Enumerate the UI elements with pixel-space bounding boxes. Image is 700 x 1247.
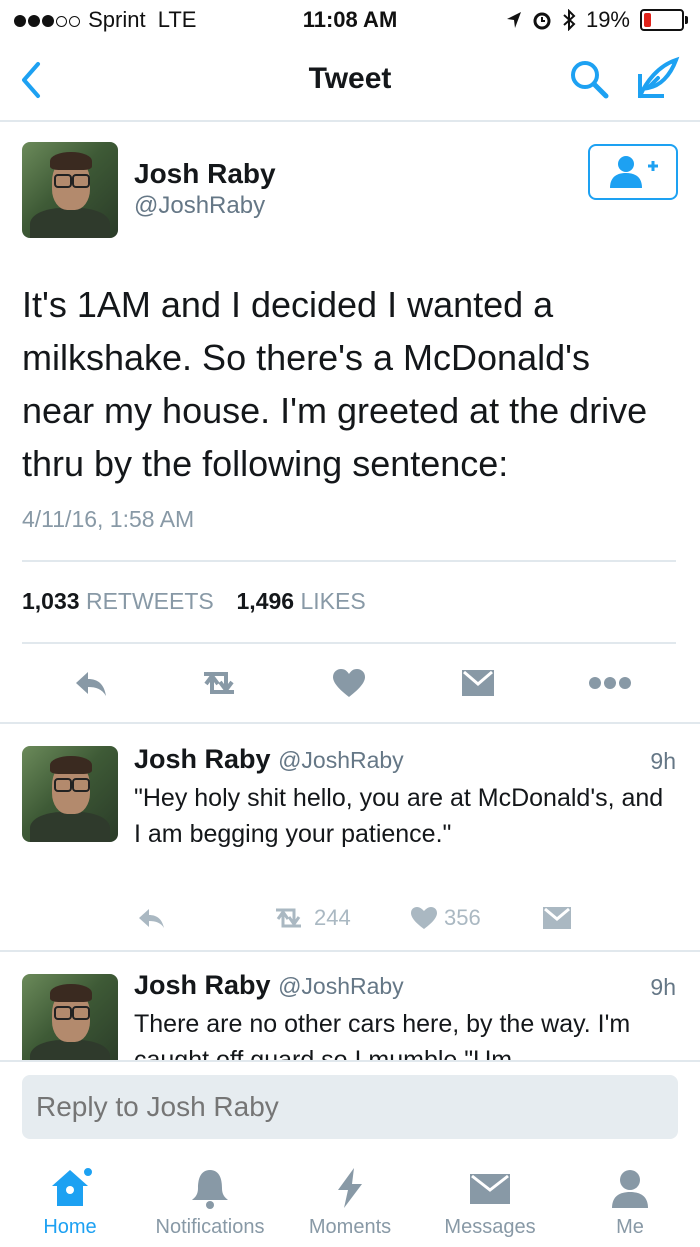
search-icon[interactable]	[568, 58, 610, 100]
tab-home[interactable]: Home	[10, 1166, 130, 1239]
reply-text: "Hey holy shit hello, you are at McDonal…	[134, 784, 664, 848]
reply-time: 9h	[650, 748, 676, 774]
notifications-bell-icon	[192, 1170, 228, 1209]
divider	[22, 560, 676, 562]
tab-messages-label: Messages	[444, 1216, 536, 1238]
reply-author-handle[interactable]: @JoshRaby	[278, 973, 404, 999]
moments-lightning-icon	[338, 1168, 362, 1208]
retweet-icon[interactable]	[196, 668, 242, 698]
tab-moments[interactable]: Moments	[295, 1166, 405, 1239]
nav-bar: Tweet	[0, 40, 700, 122]
tweet-text: It's 1AM and I decided I wanted a milksh…	[22, 284, 648, 484]
reply-author-handle[interactable]: @JoshRaby	[278, 747, 404, 773]
reply-input[interactable]	[22, 1075, 678, 1139]
battery-icon	[640, 9, 688, 31]
divider	[0, 722, 700, 724]
tab-home-label: Home	[43, 1216, 97, 1238]
follow-button[interactable]	[588, 144, 678, 200]
reply-text: There are no other cars here, by the way…	[134, 1010, 631, 1060]
author-handle[interactable]: @JoshRaby	[134, 192, 265, 220]
compose-tweet-icon[interactable]	[636, 56, 680, 100]
battery-percent: 19%	[585, 7, 630, 32]
reply-avatar[interactable]	[22, 974, 118, 1060]
direct-message-icon[interactable]	[542, 906, 572, 930]
status-bar: Sprint LTE 11:08 AM 19%	[0, 0, 700, 40]
reply-icon[interactable]	[136, 906, 166, 930]
tab-me-label: Me	[616, 1216, 644, 1238]
tab-me[interactable]: Me	[575, 1166, 685, 1239]
likes-label[interactable]: LIKES	[300, 588, 365, 614]
retweet-icon[interactable]	[270, 906, 308, 930]
reply-item[interactable]: Josh Raby @JoshRaby 9h There are no othe…	[0, 952, 700, 1060]
reply-author-name[interactable]: Josh Raby	[134, 744, 271, 774]
tab-notifications-label: Notifications	[155, 1216, 265, 1238]
tab-notifications[interactable]: Notifications	[140, 1166, 280, 1239]
reply-header: Josh Raby @JoshRaby	[134, 970, 404, 1001]
add-user-icon	[610, 156, 658, 188]
more-options-icon[interactable]	[588, 676, 632, 690]
home-icon	[52, 1166, 92, 1206]
reply-avatar[interactable]	[22, 746, 118, 842]
tweet-timestamp: 4/11/16, 1:58 AM	[22, 506, 195, 532]
bluetooth-icon	[563, 9, 576, 31]
retweets-count[interactable]: 1,033	[22, 588, 80, 614]
location-arrow-icon	[506, 12, 521, 28]
like-heart-icon[interactable]	[332, 668, 366, 698]
author-name[interactable]: Josh Raby	[134, 158, 276, 190]
tweet-stats: 1,033 RETWEETS 1,496 LIKES	[22, 588, 366, 615]
status-right: 19%	[506, 7, 688, 33]
reply-retweet-count: 244	[314, 905, 351, 930]
reply-like-count: 356	[444, 905, 481, 930]
likes-count[interactable]: 1,496	[237, 588, 295, 614]
tab-messages[interactable]: Messages	[430, 1166, 550, 1239]
divider	[22, 642, 676, 644]
reply-author-name[interactable]: Josh Raby	[134, 970, 271, 1000]
reply-icon[interactable]	[72, 668, 108, 698]
author-avatar[interactable]	[22, 142, 118, 238]
messages-envelope-icon	[470, 1174, 510, 1204]
tab-moments-label: Moments	[308, 1216, 392, 1238]
retweets-label[interactable]: RETWEETS	[86, 588, 214, 614]
battery-level	[644, 13, 651, 27]
reply-header: Josh Raby @JoshRaby	[134, 744, 404, 775]
like-heart-icon[interactable]	[410, 906, 438, 930]
direct-message-icon[interactable]	[460, 668, 496, 698]
reply-time: 9h	[650, 974, 676, 1000]
alarm-clock-icon	[533, 12, 551, 30]
profile-person-icon	[612, 1170, 648, 1208]
